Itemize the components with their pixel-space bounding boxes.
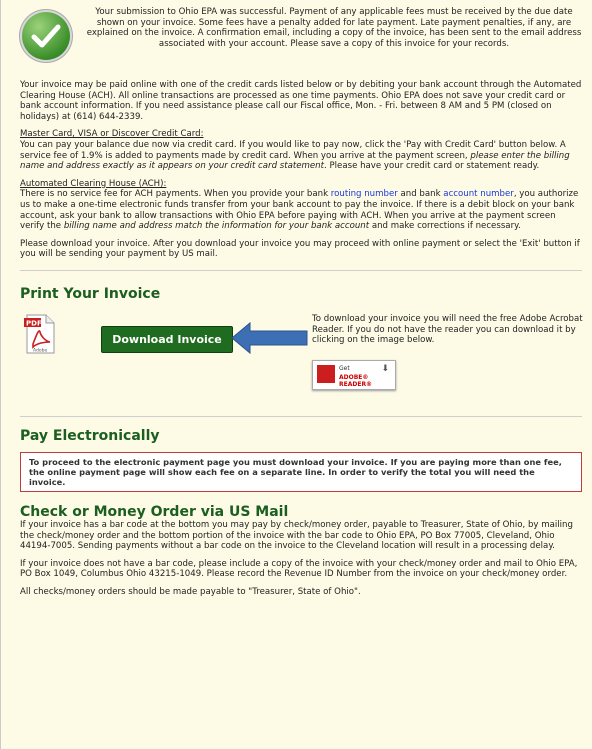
ach-text: There is no service fee for ACH payments… — [20, 189, 582, 231]
badge-get-text: Get — [339, 364, 350, 372]
electronic-payment-notice: To proceed to the electronic payment pag… — [20, 451, 582, 492]
pdf-file-icon: PDF Adobe — [24, 314, 55, 354]
credit-card-text-end: . Please have your credit card or statem… — [324, 161, 540, 172]
ach-text-part: There is no service fee for ACH payments… — [20, 189, 331, 200]
download-note: Please download your invoice. After you … — [20, 238, 580, 260]
ach-heading: Automated Clearing House (ACH): — [20, 178, 167, 189]
pdf-label: PDF — [26, 319, 42, 327]
mail-payment-title: Check or Money Order via US Mail — [20, 503, 289, 520]
print-invoice-title: Print Your Invoice — [20, 285, 161, 302]
mail-para-no-barcode: If your invoice does not have a bar code… — [20, 558, 578, 580]
print-invoice-row: PDF Adobe Download Invoice To download y… — [20, 302, 583, 406]
success-check-icon — [22, 12, 70, 60]
credit-card-heading: Master Card, VISA or Discover Credit Car… — [20, 129, 204, 140]
success-message: Your submission to Ohio EPA was successf… — [86, 7, 582, 49]
ach-text-end: and make corrections if necessary. — [369, 221, 521, 232]
credit-card-text: You can pay your balance due now via cre… — [20, 140, 582, 172]
divider — [20, 415, 582, 417]
adobe-label: Adobe — [33, 347, 47, 353]
download-invoice-button[interactable]: Download Invoice — [101, 325, 233, 353]
ach-billing-note: billing name and address match the infor… — [63, 221, 370, 232]
account-number-link[interactable]: account number — [443, 189, 514, 199]
reader-instructions: To download your invoice you will need t… — [312, 313, 583, 346]
adobe-logo-icon — [317, 364, 335, 383]
ach-section: Automated Clearing House (ACH): There is… — [20, 179, 582, 232]
routing-number-link[interactable]: routing number — [331, 189, 398, 199]
pay-electronically-title: Pay Electronically — [20, 427, 160, 444]
payment-page: Your submission to Ohio EPA was successf… — [0, 0, 592, 749]
credit-card-section: Master Card, VISA or Discover Credit Car… — [20, 129, 582, 171]
ach-text-part: and bank — [397, 189, 444, 200]
left-arrow-icon — [231, 321, 308, 354]
mail-para-payable: All checks/money orders should be made p… — [20, 586, 361, 597]
download-arrow-icon: ⬇ — [381, 363, 389, 374]
divider — [20, 269, 582, 271]
intro-text: Your invoice may be paid online with one… — [20, 80, 582, 122]
get-adobe-reader-button[interactable]: Get ADOBE® READER® ⬇ — [312, 359, 396, 390]
mail-para-barcode: If your invoice has a bar code at the bo… — [20, 519, 573, 552]
success-message-block: Your submission to Ohio EPA was successf… — [20, 0, 582, 73]
badge-reader-text: ADOBE® READER® — [339, 373, 373, 388]
